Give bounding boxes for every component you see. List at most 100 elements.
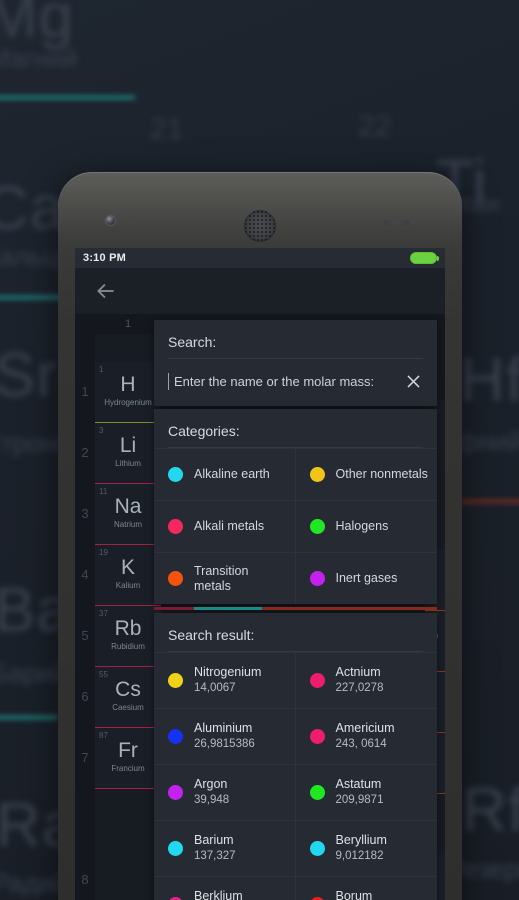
- row-number-8: 8: [81, 872, 89, 887]
- wallpaper-number-21: 21: [150, 113, 184, 146]
- category-item-inert-gases[interactable]: Inert gases: [295, 552, 437, 604]
- element-symbol: Fr: [118, 739, 138, 762]
- category-color-dot: [168, 571, 183, 586]
- search-result-card: Search result: Nitrogenium 14,0067 Actni…: [154, 613, 437, 900]
- result-color-dot: [168, 785, 183, 800]
- category-color-dot: [309, 571, 325, 586]
- row-number-5: 5: [81, 628, 89, 643]
- element-cell-na[interactable]: 11 Na Natrium: [95, 484, 161, 545]
- earpiece-speaker-icon: [244, 210, 276, 242]
- result-color-dot: [309, 841, 325, 856]
- result-mass: 26,9815386: [194, 738, 255, 751]
- category-label: Alkali metals: [194, 519, 265, 534]
- categories-card: Categories: Alkaline earth Other nonmeta…: [154, 409, 437, 604]
- front-camera-icon: [106, 216, 115, 225]
- search-dialog: Search: Enter the name or the molar mass…: [154, 320, 437, 900]
- search-result-title: Search result:: [168, 627, 255, 643]
- search-title: Search:: [168, 334, 217, 350]
- wallpaper-rule-hf: [460, 500, 519, 503]
- close-x-icon[interactable]: [404, 372, 423, 391]
- wallpaper-name-mg: Магний: [0, 43, 78, 73]
- wallpaper-number-22: 22: [358, 110, 392, 143]
- result-color-dot: [168, 673, 183, 688]
- result-mass: 243, 0614: [335, 738, 387, 751]
- element-cell-k[interactable]: 19 K Kalium: [95, 545, 161, 606]
- result-mass: 209,9871: [335, 794, 384, 807]
- element-name: Francium: [111, 764, 145, 773]
- app-background: 1 2 3 4 5 6 7 8 1 1 H Hydrogenium 3 Li L…: [75, 268, 445, 900]
- result-item-astatum[interactable]: Astatum 209,9871: [295, 764, 437, 820]
- row-number-4: 4: [81, 567, 89, 582]
- result-name: Aluminium: [194, 720, 253, 735]
- element-name: Rubidium: [111, 642, 145, 651]
- result-name: Nitrogenium: [194, 664, 262, 679]
- result-mass: 137,327: [194, 850, 236, 863]
- wallpaper-symbol-sr: Sr: [0, 341, 58, 410]
- result-name: Berklium: [194, 888, 243, 900]
- text-caret: [168, 373, 169, 390]
- element-cell-h[interactable]: 1 H Hydrogenium: [95, 362, 161, 423]
- back-arrow-icon[interactable]: [93, 278, 119, 304]
- element-name: Kalium: [115, 581, 141, 590]
- element-symbol: Li: [119, 434, 137, 457]
- wallpaper-symbol-rf: Rf: [462, 776, 519, 845]
- category-label: Inert gases: [335, 571, 398, 586]
- result-item-actnium[interactable]: Actnium 227,0278: [295, 652, 437, 708]
- result-name: Borum: [335, 888, 373, 900]
- result-item-berklium[interactable]: Berklium 247,0703: [154, 876, 296, 900]
- element-cell-li[interactable]: 3 Li Lithium: [95, 423, 161, 484]
- result-mass: 14,0067: [194, 682, 236, 695]
- element-symbol: H: [120, 373, 136, 396]
- wallpaper-symbol-hf: Hf: [460, 346, 519, 415]
- row-number-1: 1: [81, 384, 89, 399]
- result-name: Americium: [335, 720, 395, 735]
- screenshot-stage: Mg Магний 21 22 Ti Ca Кальций Титан Sr С…: [0, 0, 519, 900]
- element-symbol: Cs: [115, 678, 141, 701]
- category-item-transition-metals[interactable]: Transition metals: [154, 552, 296, 604]
- category-label: Halogens: [335, 519, 389, 534]
- element-cell-fr[interactable]: 87 Fr Francium: [95, 728, 161, 789]
- wallpaper-rule-ba: [0, 716, 58, 719]
- element-name: Hydrogenium: [104, 398, 152, 407]
- result-color-dot: [309, 673, 325, 688]
- result-name: Astatum: [335, 776, 382, 791]
- panel-color-divider: [154, 607, 437, 610]
- element-cell-cs[interactable]: 55 Cs Caesium: [95, 667, 161, 728]
- divider-segment-crimson: [154, 607, 194, 610]
- phone-device: 3:10 PM 1 2 3 4 5 6 7 8 1 1 H Hydrogeniu…: [58, 172, 462, 900]
- result-mass: 9,012182: [335, 850, 384, 863]
- result-item-barium[interactable]: Barium 137,327: [154, 820, 296, 876]
- category-item-alkaline-earth[interactable]: Alkaline earth: [154, 448, 296, 500]
- result-item-borum[interactable]: Borum 10,811: [295, 876, 437, 900]
- category-item-halogens[interactable]: Halogens: [295, 500, 437, 552]
- result-mass: 227,0278: [335, 682, 384, 695]
- result-item-beryllium[interactable]: Beryllium 9,012182: [295, 820, 437, 876]
- result-color-dot: [309, 729, 325, 744]
- app-bar: [75, 268, 445, 314]
- category-color-dot: [168, 467, 183, 482]
- result-mass: 39,948: [194, 794, 230, 807]
- wallpaper-symbol-ca: Ca: [0, 174, 66, 243]
- category-color-dot: [309, 467, 325, 482]
- search-input[interactable]: Enter the name or the molar mass:: [174, 374, 398, 389]
- row-number-2: 2: [81, 445, 89, 460]
- element-cell-rb[interactable]: 37 Rb Rubidium: [95, 606, 161, 667]
- element-symbol: K: [120, 556, 135, 579]
- result-item-aluminium[interactable]: Aluminium 26,9815386: [154, 708, 296, 764]
- result-name: Actnium: [335, 664, 381, 679]
- periodic-row-numbers: 1 2 3 4 5 6 7 8: [75, 334, 95, 900]
- battery-full-icon: [410, 252, 439, 264]
- search-input-row[interactable]: Enter the name or the molar mass:: [154, 359, 437, 406]
- category-label: Transition metals: [194, 563, 249, 593]
- result-item-americium[interactable]: Americium 243, 0614: [295, 708, 437, 764]
- element-name: Caesium: [112, 703, 144, 712]
- category-item-alkali-metals[interactable]: Alkali metals: [154, 500, 296, 552]
- category-item-other-nonmetals[interactable]: Other nonmetals: [295, 448, 437, 500]
- proximity-sensor-icon: [384, 220, 410, 225]
- result-item-argon[interactable]: Argon 39,948: [154, 764, 296, 820]
- category-color-dot: [309, 519, 325, 534]
- result-item-nitrogenium[interactable]: Nitrogenium 14,0067: [154, 652, 296, 708]
- search-result-grid: Nitrogenium 14,0067 Actnium 227,0278 Alu…: [154, 652, 437, 900]
- row-number-6: 6: [81, 689, 89, 704]
- element-category-rule: [95, 787, 161, 789]
